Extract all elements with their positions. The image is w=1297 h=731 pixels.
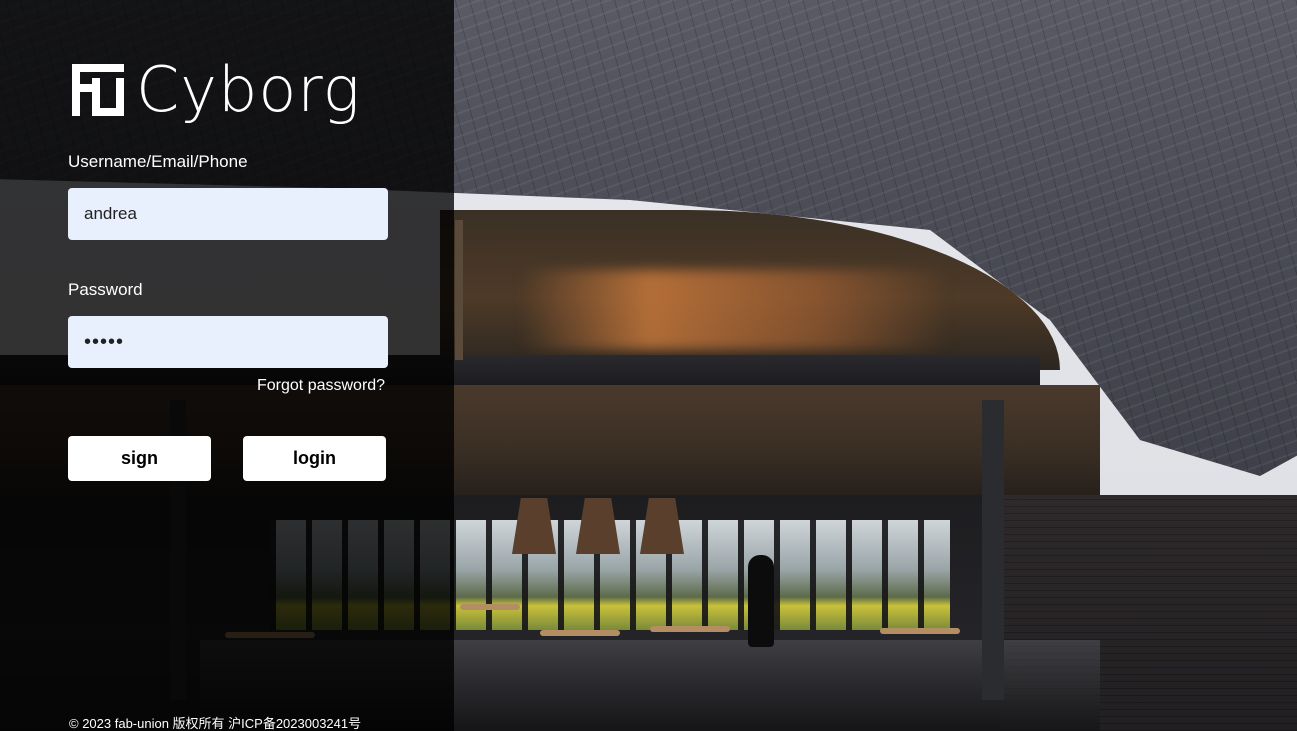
silhouette-person: [748, 555, 774, 647]
username-label: Username/Email/Phone: [68, 152, 248, 171]
brand-logo: Cyborg: [72, 58, 361, 122]
login-button[interactable]: login: [243, 436, 386, 481]
footer-copyright: © 2023 fab-union 版权所有 沪ICP备2023003241号: [69, 716, 362, 731]
interior-light-glow: [520, 270, 950, 350]
password-input[interactable]: [68, 316, 388, 368]
password-label: Password: [68, 280, 143, 299]
login-page: Cyborg Username/Email/Phone Password For…: [0, 0, 1297, 731]
sign-button[interactable]: sign: [68, 436, 211, 481]
login-panel: Cyborg Username/Email/Phone Password For…: [0, 0, 454, 731]
cafe-table: [540, 630, 620, 636]
cafe-table: [650, 626, 730, 632]
cafe-table: [880, 628, 960, 634]
brand-name: Cyborg: [136, 53, 361, 126]
fu-logo-icon: [72, 64, 124, 116]
forgot-password-link[interactable]: Forgot password?: [257, 377, 385, 395]
column: [982, 400, 1004, 700]
column: [455, 220, 463, 360]
username-input[interactable]: [68, 188, 388, 240]
cafe-table: [460, 604, 520, 610]
